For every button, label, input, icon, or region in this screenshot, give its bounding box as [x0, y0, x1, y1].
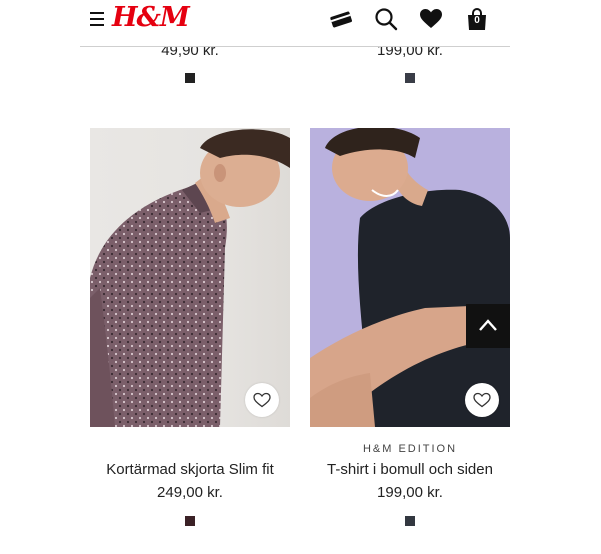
product-name[interactable]: T-shirt i bomull och siden	[300, 461, 520, 478]
product-label: H&M EDITION	[362, 443, 458, 455]
color-swatch[interactable]	[185, 516, 195, 526]
add-to-favorites-button[interactable]	[465, 383, 499, 417]
shopping-bag-icon[interactable]: 0	[464, 6, 490, 32]
top-navigation-bar: H&M 0	[80, 0, 510, 47]
product-price: 249,00 kr.	[157, 484, 223, 501]
color-swatch[interactable]	[185, 73, 195, 83]
bag-count-badge: 0	[474, 15, 480, 26]
heart-outline-icon	[473, 392, 491, 408]
product-name[interactable]: Kortärmad skjorta Slim fit	[80, 461, 300, 478]
credit-card-icon[interactable]	[328, 6, 354, 32]
chevron-up-icon	[479, 319, 497, 331]
add-to-favorites-button[interactable]	[245, 383, 279, 417]
hm-logo[interactable]: H&M	[112, 2, 190, 33]
product-price: 199,00 kr.	[377, 484, 443, 501]
color-swatch[interactable]	[405, 73, 415, 83]
search-icon[interactable]	[373, 6, 399, 32]
menu-icon[interactable]	[90, 12, 104, 26]
heart-icon[interactable]	[418, 6, 444, 32]
back-to-top-button[interactable]	[466, 304, 510, 348]
color-swatch[interactable]	[405, 516, 415, 526]
heart-outline-icon	[253, 392, 271, 408]
